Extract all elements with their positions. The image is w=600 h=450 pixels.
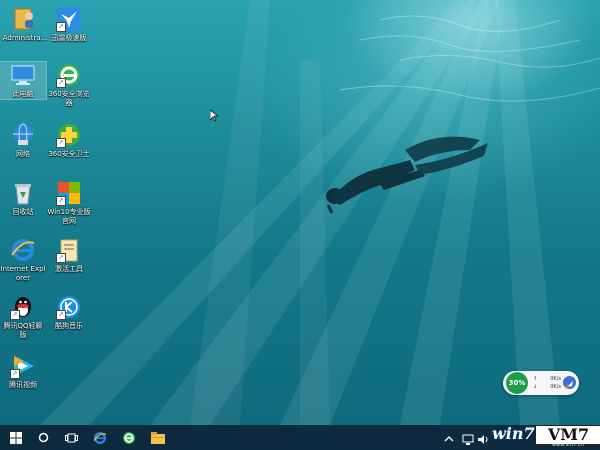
volume-icon xyxy=(478,435,488,444)
desktop-wallpaper: Administra... 此电脑 网络 回收站 Internet Explor… xyxy=(0,0,600,425)
activation-tool-icon: ↗ xyxy=(56,237,82,263)
watermark-url-text: www.vm7.cn xyxy=(552,442,584,448)
desktop-icon-360-security[interactable]: ↗ 360安全卫士 xyxy=(46,122,92,159)
shortcut-arrow-icon: ↗ xyxy=(56,78,66,88)
download-speed-value: 0K/s xyxy=(550,384,561,390)
rocket-accelerate-icon[interactable] xyxy=(563,376,576,389)
shortcut-arrow-icon: ↗ xyxy=(10,369,20,379)
icon-label: 腾讯QQ轻聊版 xyxy=(3,322,43,339)
icon-label: Internet Explorer xyxy=(0,265,46,282)
desktop-icon-network[interactable]: 网络 xyxy=(0,122,46,159)
qq-penguin-icon: ↗ xyxy=(10,294,36,320)
internet-explorer-icon xyxy=(93,431,107,444)
desktop-icon-activation-tool[interactable]: ↗ 激活工具 xyxy=(46,237,92,274)
shortcut-arrow-icon: ↗ xyxy=(56,310,66,320)
task-view-icon xyxy=(64,433,78,442)
upload-speed-value: 0K/s xyxy=(550,376,561,382)
desktop-icon-tencent-video[interactable]: ↗ 腾讯视频 xyxy=(0,353,46,390)
icon-label: 迅雷极速版 xyxy=(51,34,87,42)
mouse-cursor-icon xyxy=(210,110,218,122)
colorful-windows-site-icon: ↗ xyxy=(56,180,82,206)
icon-label: Win10专业版官网 xyxy=(47,208,91,225)
cortana-circle-icon xyxy=(38,432,48,443)
watermark-win7-text: win7 xyxy=(492,424,535,443)
icon-label: 网络 xyxy=(16,150,30,158)
icon-label: 回收站 xyxy=(12,208,34,216)
taskbar-ie-button[interactable] xyxy=(86,425,114,450)
desktop-icon-user-folder[interactable]: Administra... xyxy=(2,6,48,43)
360-browser-icon: ↗ xyxy=(56,62,82,88)
network-speed-widget[interactable]: 30% ↑ 0K/s ↓ 0K/s xyxy=(503,371,579,395)
folder-user-icon xyxy=(12,6,38,32)
desktop-icon-360-browser[interactable]: ↗ 360安全浏览器 xyxy=(46,62,92,108)
network-icon xyxy=(462,434,474,445)
desktop-icon-win10-site[interactable]: ↗ Win10专业版官网 xyxy=(46,180,92,226)
icon-label: 360安全卫士 xyxy=(48,150,90,158)
desktop-icon-internet-explorer[interactable]: Internet Explorer xyxy=(0,237,46,283)
download-arrow-icon: ↓ xyxy=(533,384,538,390)
chevron-up-icon xyxy=(444,436,454,442)
shortcut-arrow-icon: ↗ xyxy=(56,22,66,32)
file-explorer-icon xyxy=(151,431,165,444)
xunlei-bird-icon: ↗ xyxy=(56,6,82,32)
windows-logo-icon xyxy=(10,431,22,444)
icon-label: 酷狗音乐 xyxy=(55,322,83,330)
tencent-video-icon: ↗ xyxy=(10,353,36,379)
download-speed-row: ↓ 0K/s xyxy=(533,384,561,390)
upload-arrow-icon: ↑ xyxy=(533,376,538,382)
desktop-icon-qq[interactable]: ↗ 腾讯QQ轻聊版 xyxy=(0,294,46,340)
tray-volume[interactable] xyxy=(477,431,489,444)
shortcut-arrow-icon: ↗ xyxy=(56,138,66,148)
network-globe-icon xyxy=(10,122,36,148)
recycle-bin-icon xyxy=(10,180,36,206)
kugou-music-icon: ↗ xyxy=(56,294,82,320)
desktop-icon-recycle-bin[interactable]: 回收站 xyxy=(0,180,46,217)
icon-label: 360安全浏览器 xyxy=(48,90,90,107)
360-security-plus-icon: ↗ xyxy=(56,122,82,148)
desktop-icon-this-pc[interactable]: 此电脑 xyxy=(0,61,47,100)
shortcut-arrow-icon: ↗ xyxy=(56,253,66,263)
tray-network[interactable] xyxy=(462,431,474,445)
shortcut-arrow-icon: ↗ xyxy=(10,310,20,320)
icon-label: 激活工具 xyxy=(55,265,83,273)
start-button[interactable] xyxy=(2,425,30,450)
taskbar-360-browser-button[interactable] xyxy=(115,425,143,450)
internet-explorer-icon xyxy=(10,237,36,263)
desktop-icon-xunlei[interactable]: ↗ 迅雷极速版 xyxy=(46,6,92,43)
upload-speed-row: ↑ 0K/s xyxy=(533,376,561,382)
tray-chevron[interactable] xyxy=(444,431,454,444)
taskbar-file-explorer-button[interactable] xyxy=(144,425,172,450)
icon-label: 腾讯视频 xyxy=(9,381,37,389)
computer-monitor-icon xyxy=(10,62,36,88)
360-browser-icon xyxy=(123,431,135,444)
task-view-button[interactable] xyxy=(57,425,85,450)
icon-label: 此电脑 xyxy=(12,90,34,98)
icon-label: Administra... xyxy=(2,34,48,42)
shortcut-arrow-icon: ↗ xyxy=(56,196,66,206)
memory-percent-badge[interactable]: 30% xyxy=(506,372,528,394)
desktop-icon-kugou[interactable]: ↗ 酷狗音乐 xyxy=(46,294,92,331)
cortana-search-button[interactable] xyxy=(29,425,57,450)
